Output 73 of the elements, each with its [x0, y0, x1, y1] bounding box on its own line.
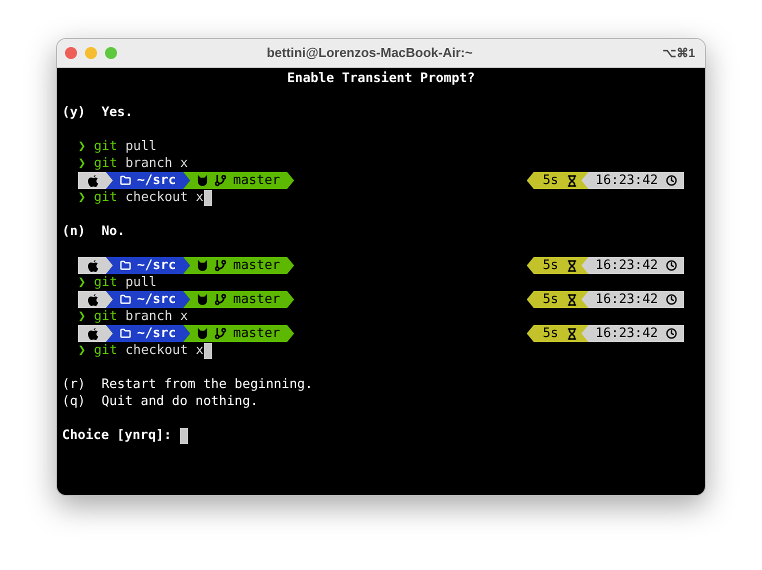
- option-label: Restart from the beginning.: [101, 376, 313, 393]
- segment-text: 16:23:42: [595, 291, 658, 308]
- hourglass-icon: [566, 174, 578, 186]
- zoom-button[interactable]: [105, 47, 117, 59]
- folder-icon: [120, 328, 131, 339]
- segment-text: 5s: [542, 291, 558, 308]
- cat-icon: [197, 260, 208, 271]
- clock-icon: [666, 175, 677, 186]
- command-args: branch x: [125, 308, 188, 325]
- branch-icon: [214, 174, 228, 187]
- prompt-symbol: ❯: [78, 189, 86, 206]
- segment-text: master: [233, 257, 280, 274]
- clock-icon: [666, 260, 677, 271]
- segment-text: 16:23:42: [595, 325, 658, 342]
- command-name: git: [94, 155, 118, 172]
- minimize-button[interactable]: [85, 47, 97, 59]
- heading: Enable Transient Prompt?: [287, 70, 475, 87]
- apple-icon: [88, 174, 99, 186]
- segment-text: 16:23:42: [595, 257, 658, 274]
- clock-icon: [666, 328, 677, 339]
- segment-text: 5s: [542, 172, 558, 189]
- hourglass-icon: [566, 294, 578, 306]
- segment-text: master: [233, 325, 280, 342]
- command-name: git: [94, 342, 118, 359]
- window-shortcut: ⌥⌘1: [662, 45, 696, 62]
- folder-icon: [120, 260, 131, 271]
- branch-icon: [214, 293, 228, 306]
- cat-icon: [197, 328, 208, 339]
- cat-icon: [197, 294, 208, 305]
- segment-text: master: [233, 291, 280, 308]
- option-key: (n): [62, 223, 86, 240]
- command-args: checkout x: [125, 189, 204, 206]
- segment-text: ~/src: [137, 325, 176, 342]
- command-name: git: [94, 189, 118, 206]
- command-args: pull: [125, 274, 157, 291]
- input-prompt: Choice [ynrq]:: [62, 427, 172, 444]
- command-args: checkout x: [125, 342, 204, 359]
- prompt-symbol: ❯: [78, 274, 86, 291]
- option-key: (r): [62, 376, 86, 393]
- segment-text: ~/src: [137, 172, 176, 189]
- apple-icon: [88, 294, 99, 306]
- option-key: (y): [62, 104, 86, 121]
- folder-icon: [120, 294, 131, 305]
- close-button[interactable]: [65, 47, 77, 59]
- branch-icon: [214, 259, 228, 272]
- segment-text: 5s: [542, 325, 558, 342]
- segment-text: master: [233, 172, 280, 189]
- branch-icon: [214, 327, 228, 340]
- window-title: bettini@Lorenzos-MacBook-Air:~: [266, 44, 473, 62]
- segment-text: 16:23:42: [595, 172, 658, 189]
- prompt-symbol: ❯: [78, 308, 86, 325]
- command-name: git: [94, 138, 118, 155]
- hourglass-icon: [566, 260, 578, 272]
- command-name: git: [94, 308, 118, 325]
- apple-icon: [88, 328, 99, 340]
- cat-icon: [197, 175, 208, 186]
- command-args: branch x: [125, 155, 188, 172]
- apple-icon: [88, 260, 99, 272]
- command-name: git: [94, 274, 118, 291]
- option-label: No.: [101, 223, 125, 240]
- hourglass-icon: [566, 328, 578, 340]
- prompt-symbol: ❯: [78, 342, 86, 359]
- segment-text: 5s: [542, 257, 558, 274]
- option-key: (q): [62, 393, 86, 410]
- folder-icon: [120, 175, 131, 186]
- segment-text: ~/src: [137, 257, 176, 274]
- option-label: Yes.: [101, 104, 133, 121]
- command-args: pull: [125, 138, 157, 155]
- clock-icon: [666, 294, 677, 305]
- segment-text: ~/src: [137, 291, 176, 308]
- option-label: Quit and do nothing.: [101, 393, 258, 410]
- prompt-symbol: ❯: [78, 138, 86, 155]
- prompt-symbol: ❯: [78, 155, 86, 172]
